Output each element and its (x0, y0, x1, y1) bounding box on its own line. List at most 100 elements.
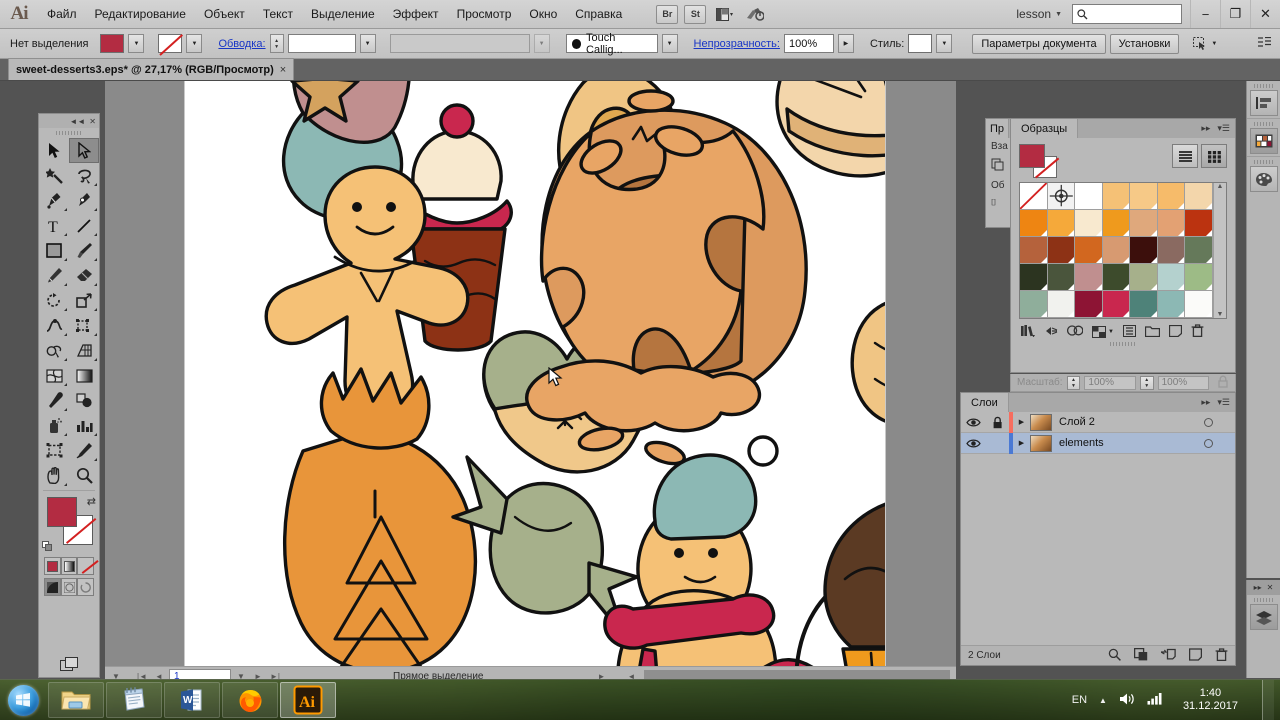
layer-lock-icon[interactable] (986, 416, 1009, 429)
workspace-label[interactable]: lesson (1012, 7, 1055, 21)
menu-view[interactable]: Просмотр (448, 0, 521, 29)
swatch-cell-4-2[interactable] (1075, 291, 1103, 318)
swatch-cell-2-1[interactable] (1048, 237, 1076, 264)
language-indicator[interactable]: EN (1072, 694, 1087, 706)
layer-visibility-eye-icon[interactable] (961, 417, 986, 428)
menu-help[interactable]: Справка (566, 0, 631, 29)
swatch-cell-3-3[interactable] (1103, 264, 1131, 291)
swatches-collapse-icon[interactable]: ▸▸ (1201, 123, 1210, 134)
magic-wand-tool[interactable] (39, 163, 69, 188)
scale-y-input[interactable]: 100% (1158, 376, 1209, 390)
search-input[interactable] (1072, 4, 1182, 24)
grid-view-icon[interactable] (1201, 144, 1227, 168)
tray-expand-icon[interactable]: ▲ (1099, 696, 1107, 705)
dock-rail-grip-1[interactable] (1247, 81, 1280, 90)
direct-selection-tool[interactable] (69, 138, 99, 163)
curvature-tool[interactable] (69, 188, 99, 213)
preferences-button[interactable]: Установки (1110, 34, 1180, 54)
swatches-menu-icon[interactable]: ▾☰ (1217, 123, 1230, 134)
swatch-cell-0-3[interactable] (1103, 183, 1131, 210)
cc-libraries-icon[interactable] (741, 4, 767, 24)
layers-menu-icon[interactable]: ▾☰ (1217, 397, 1230, 408)
shape-builder-tool[interactable] (39, 338, 69, 363)
stroke-weight-stepper[interactable]: ▲▼ (270, 34, 284, 53)
width-tool[interactable] (39, 313, 69, 338)
layer-expand-triangle-icon[interactable]: ▶ (1013, 418, 1030, 426)
paintbrush-tool[interactable] (69, 238, 99, 263)
create-new-sublayer-icon[interactable] (1161, 648, 1176, 664)
network-icon[interactable] (1147, 692, 1163, 708)
taskbar-notepad[interactable] (106, 682, 162, 718)
swatch-cell-1-6[interactable] (1185, 210, 1213, 237)
taskbar-microsoft-word[interactable]: W (164, 682, 220, 718)
bridge-button[interactable]: Br (656, 5, 678, 24)
delete-selection-icon[interactable] (1215, 648, 1228, 664)
swatch-cell-3-5[interactable] (1158, 264, 1186, 291)
swatch-cell-3-6[interactable] (1185, 264, 1213, 291)
taskbar-firefox[interactable] (222, 682, 278, 718)
document-tab[interactable]: sweet-desserts3.eps* @ 27,17% (RGB/Просм… (8, 58, 294, 80)
swatch-cell-2-3[interactable] (1103, 237, 1131, 264)
layers-panel[interactable]: Слои ▸▸ ▾☰ ▶Слой 2▶elements 2 Слои (960, 392, 1236, 666)
swatch-cell-3-0[interactable] (1020, 264, 1048, 291)
dock-rail-grip-3[interactable] (1247, 157, 1280, 166)
fill-color-swatch[interactable] (100, 34, 124, 53)
swatches-tab[interactable]: Образцы (1011, 119, 1078, 138)
brush-dropdown-button[interactable]: ▼ (662, 34, 678, 53)
layer-expand-triangle-icon[interactable]: ▶ (1013, 439, 1030, 447)
swatch-cell-1-2[interactable] (1075, 210, 1103, 237)
volume-icon[interactable] (1119, 692, 1135, 709)
opacity-input[interactable]: 100% (784, 34, 834, 53)
show-desktop-button[interactable] (1262, 680, 1274, 720)
scale-lock-icon[interactable] (1217, 375, 1229, 391)
stroke-profile-select[interactable] (390, 34, 530, 53)
swatch-cell-4-1[interactable] (1048, 291, 1076, 318)
swatch-cell-2-0[interactable] (1020, 237, 1048, 264)
arrange-documents-icon[interactable] (711, 4, 737, 24)
stock-button[interactable]: St (684, 5, 706, 24)
eyedropper-tool[interactable] (39, 388, 69, 413)
tools-close-icon[interactable]: ✕ (89, 117, 96, 126)
rectangle-tool[interactable] (39, 238, 69, 263)
swatches-fill-stroke-proxy[interactable] (1019, 144, 1063, 178)
swap-fill-stroke-icon[interactable]: ⇄ (87, 495, 96, 508)
artboard[interactable] (185, 81, 885, 666)
fill-dropdown-button[interactable]: ▼ (128, 34, 144, 53)
symbol-sprayer-tool[interactable] (39, 413, 69, 438)
tools-drag-grip[interactable] (39, 128, 99, 138)
lasso-tool[interactable] (69, 163, 99, 188)
column-graph-tool[interactable] (69, 413, 99, 438)
menu-edit[interactable]: Редактирование (86, 0, 195, 29)
swatches-panel[interactable]: Образцы ▸▸ ▾☰ (1010, 118, 1236, 373)
swatch-cell-2-2[interactable] (1075, 237, 1103, 264)
swatch-cell-1-5[interactable] (1158, 210, 1186, 237)
swatch-libraries-icon[interactable] (1020, 324, 1035, 340)
swatch-cell-0-5[interactable] (1158, 183, 1186, 210)
toolbar-fill-swatch[interactable] (47, 497, 77, 527)
swatch-cell-3-4[interactable] (1130, 264, 1158, 291)
swatches-panel-icon[interactable] (1250, 128, 1278, 154)
swatch-cell-1-4[interactable] (1130, 210, 1158, 237)
stroke-weight-input[interactable] (288, 34, 356, 53)
layer-target-circle[interactable] (1204, 418, 1213, 427)
free-transform-tool[interactable] (69, 313, 99, 338)
swatch-cell-4-0[interactable] (1020, 291, 1048, 318)
dock-close-icon[interactable]: ✕ (1267, 583, 1274, 592)
slice-tool[interactable] (69, 438, 99, 463)
stroke-weight-dropdown-button[interactable]: ▼ (360, 34, 376, 53)
draw-behind-button[interactable] (61, 578, 78, 596)
start-button[interactable] (0, 681, 46, 719)
swatch-cell-4-4[interactable] (1130, 291, 1158, 318)
tools-collapse-icon[interactable]: ◄◄ (69, 117, 85, 126)
swatch-cell-1-1[interactable] (1048, 210, 1076, 237)
list-view-icon[interactable] (1172, 144, 1198, 168)
show-kinds-icon[interactable] (1067, 325, 1083, 340)
opacity-dropdown-button[interactable]: ▶ (838, 34, 854, 53)
swatch-cell-4-3[interactable] (1103, 291, 1131, 318)
zoom-tool[interactable] (69, 463, 99, 488)
style-dropdown-button[interactable]: ▼ (936, 34, 952, 53)
stroke-color-swatch[interactable] (158, 34, 182, 53)
delete-swatch-icon[interactable] (1191, 324, 1204, 340)
layers-list[interactable]: ▶Слой 2▶elements (961, 412, 1235, 454)
create-new-layer-icon[interactable] (1189, 648, 1202, 664)
